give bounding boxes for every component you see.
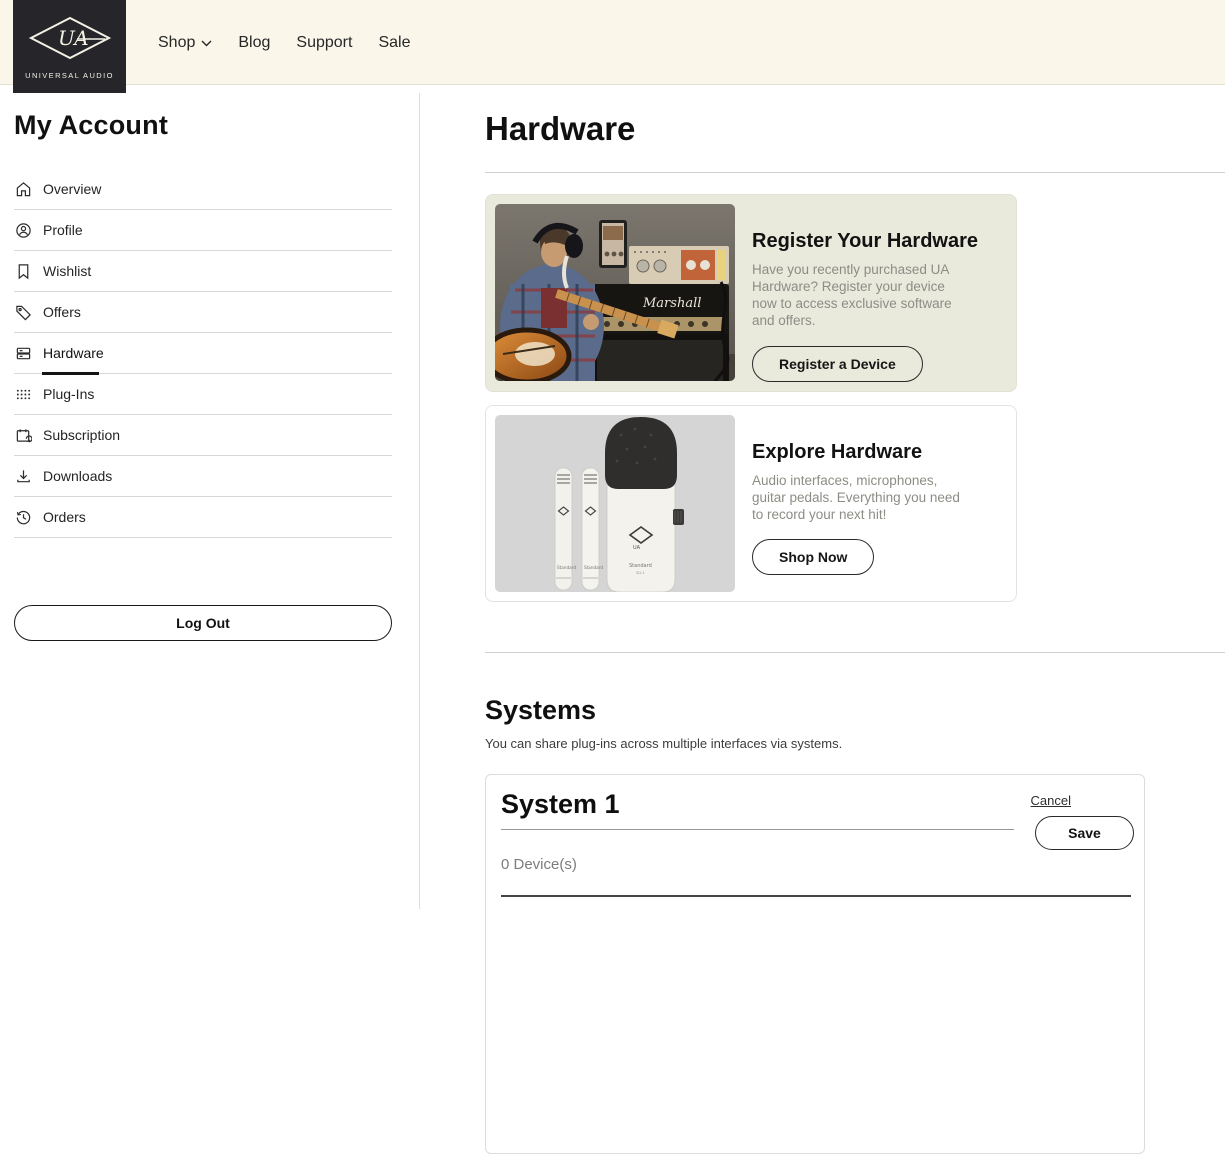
guitarist-amp-image: Marshall — [495, 204, 735, 381]
sidebar-item-label: Wishlist — [43, 263, 91, 279]
save-button[interactable]: Save — [1035, 816, 1134, 850]
section-divider — [485, 172, 1225, 173]
page-title: Hardware — [485, 110, 1225, 148]
register-card-body: Register Your Hardware Have you recently… — [752, 204, 978, 382]
explore-hardware-card: Standard Standard UA Standard SD-1 — [485, 405, 1017, 602]
explore-card-text: Audio interfaces, microphones, guitar pe… — [752, 472, 970, 523]
sidebar-item-label: Profile — [43, 222, 83, 238]
register-card-title: Register Your Hardware — [752, 230, 978, 253]
svg-text:UA: UA — [633, 545, 641, 551]
sidebar-item-overview[interactable]: Overview — [14, 169, 392, 210]
systems-description: You can share plug-ins across multiple i… — [485, 736, 1225, 751]
sidebar-item-label: Hardware — [43, 345, 104, 361]
svg-text:UA: UA — [58, 26, 89, 50]
account-menu: Overview Profile Wishlist Offers Hardwar — [14, 169, 392, 538]
sidebar-item-label: Subscription — [43, 427, 120, 443]
sidebar-content-divider — [419, 93, 420, 909]
plugins-dot-grid-icon — [14, 385, 32, 403]
sidebar-item-wishlist[interactable]: Wishlist — [14, 251, 392, 292]
svg-text:Standard: Standard — [584, 565, 603, 570]
primary-nav: Shop Blog Support Sale — [158, 0, 410, 85]
system-name-input[interactable]: System 1 — [501, 789, 1014, 830]
nav-item-support[interactable]: Support — [296, 34, 352, 52]
shop-now-button[interactable]: Shop Now — [752, 539, 874, 575]
cancel-link[interactable]: Cancel — [1031, 793, 1071, 808]
orders-history-icon — [14, 508, 32, 526]
ua-diamond-logo-icon: UA — [25, 14, 115, 67]
sidebar-item-hardware[interactable]: Hardware — [14, 333, 392, 374]
sidebar-item-orders[interactable]: Orders — [14, 497, 392, 538]
log-out-button[interactable]: Log Out — [14, 605, 392, 641]
sidebar-item-plug-ins[interactable]: Plug-Ins — [14, 374, 392, 415]
subscription-calendar-icon — [14, 426, 32, 444]
sidebar-item-label: Downloads — [43, 468, 112, 484]
tag-icon — [14, 303, 32, 321]
svg-text:SD-1: SD-1 — [636, 571, 645, 575]
register-a-device-button[interactable]: Register a Device — [752, 346, 923, 382]
logo-wordmark: UNIVERSAL AUDIO — [25, 71, 114, 80]
top-navigation-bar: Shop Blog Support Sale — [0, 0, 1225, 85]
sidebar-item-label: Overview — [43, 181, 101, 197]
home-icon — [14, 180, 32, 198]
hardware-page: Hardware — [485, 110, 1225, 1154]
device-count-label: 0 Device(s) — [501, 856, 1130, 873]
account-sidebar: My Account Overview Profile Wishlist Off… — [14, 110, 392, 641]
svg-text:Standard: Standard — [629, 563, 652, 569]
download-icon — [14, 467, 32, 485]
sidebar-item-label: Offers — [43, 304, 81, 320]
profile-icon — [14, 221, 32, 239]
sidebar-item-profile[interactable]: Profile — [14, 210, 392, 251]
systems-section-title: Systems — [485, 695, 1225, 726]
device-table-top-border — [501, 895, 1131, 897]
register-hardware-card: Marshall — [485, 194, 1017, 392]
chevron-down-icon — [201, 34, 212, 52]
explore-card-body: Explore Hardware Audio interfaces, micro… — [752, 415, 970, 592]
sidebar-item-label: Orders — [43, 509, 86, 525]
sidebar-item-offers[interactable]: Offers — [14, 292, 392, 333]
system-card: System 1 Cancel Save 0 Device(s) — [485, 774, 1145, 1154]
section-divider — [485, 652, 1225, 653]
sidebar-item-label: Plug-Ins — [43, 386, 94, 402]
nav-item-sale[interactable]: Sale — [378, 34, 410, 52]
sidebar-item-subscription[interactable]: Subscription — [14, 415, 392, 456]
nav-item-shop[interactable]: Shop — [158, 34, 212, 52]
sidebar-item-downloads[interactable]: Downloads — [14, 456, 392, 497]
svg-text:Marshall: Marshall — [642, 296, 701, 311]
nav-item-blog[interactable]: Blog — [238, 34, 270, 52]
bookmark-icon — [14, 262, 32, 280]
universal-audio-logo[interactable]: UA UNIVERSAL AUDIO — [13, 0, 126, 93]
microphones-image: Standard Standard UA Standard SD-1 — [495, 415, 735, 592]
explore-card-title: Explore Hardware — [752, 441, 970, 464]
svg-text:Standard: Standard — [557, 565, 576, 570]
hardware-rack-icon — [14, 344, 32, 362]
register-card-text: Have you recently purchased UA Hardware?… — [752, 261, 970, 330]
sidebar-title: My Account — [14, 110, 392, 141]
